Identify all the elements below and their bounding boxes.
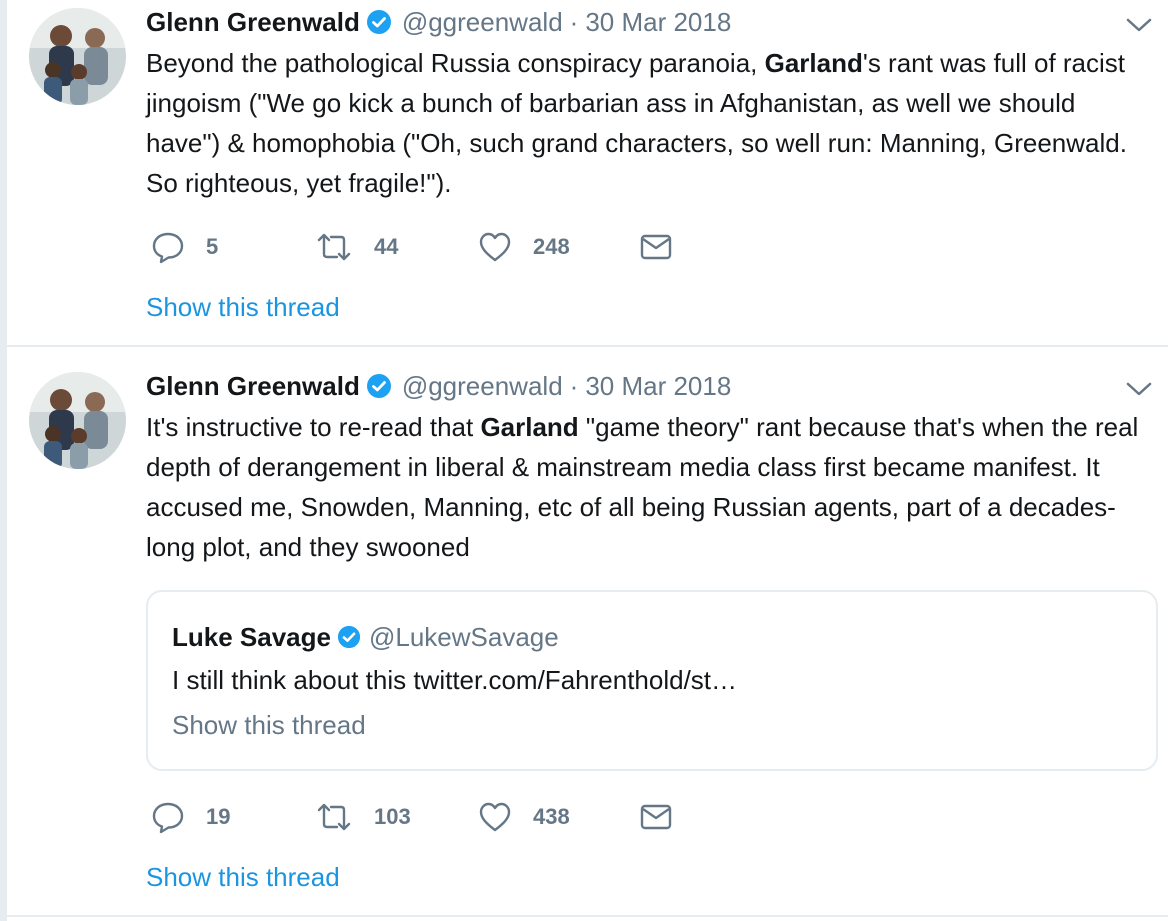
like-count: 438 xyxy=(533,804,570,829)
retweet-count: 103 xyxy=(374,804,411,829)
chevron-down-icon[interactable] xyxy=(1125,380,1153,398)
reply-icon xyxy=(150,799,186,835)
author-name[interactable]: Glenn Greenwald xyxy=(146,7,360,38)
reply-icon xyxy=(150,229,186,265)
like-button[interactable]: 438 xyxy=(477,799,570,835)
retweet-icon xyxy=(314,229,354,265)
reply-button[interactable]: 5 xyxy=(150,229,218,265)
tweet[interactable]: Glenn Greenwald @ggreenwald · 30 Mar 201… xyxy=(7,349,1168,917)
quoted-author-name: Luke Savage xyxy=(172,621,331,652)
avatar[interactable] xyxy=(29,372,126,469)
tweet-header: Glenn Greenwald @ggreenwald · 30 Mar 201… xyxy=(146,5,731,39)
tweet-header: Glenn Greenwald @ggreenwald · 30 Mar 201… xyxy=(146,369,731,403)
quoted-author-handle: @LukewSavage xyxy=(368,621,559,652)
reply-count: 19 xyxy=(206,804,231,829)
chevron-down-icon[interactable] xyxy=(1125,16,1153,34)
tweet-actions: 19 103 438 xyxy=(150,799,690,835)
show-thread-link[interactable]: Show this thread xyxy=(146,862,340,893)
reply-count: 5 xyxy=(206,234,219,259)
tweet-actions: 5 44 248 xyxy=(150,229,690,265)
separator: · xyxy=(569,6,579,37)
retweet-button[interactable]: 103 xyxy=(314,799,411,835)
timeline-left-border xyxy=(0,0,7,921)
heart-icon xyxy=(477,229,513,265)
direct-message-button[interactable] xyxy=(638,229,674,265)
avatar[interactable] xyxy=(29,8,126,105)
envelope-icon xyxy=(638,229,674,265)
retweet-count: 44 xyxy=(374,234,399,259)
quoted-tweet-text: I still think about this twitter.com/Fah… xyxy=(172,665,738,695)
like-count: 248 xyxy=(533,234,570,259)
verified-badge-icon xyxy=(366,373,392,399)
author-handle[interactable]: @ggreenwald xyxy=(402,7,563,38)
verified-badge-icon xyxy=(337,625,361,649)
author-handle[interactable]: @ggreenwald xyxy=(402,371,563,402)
verified-badge-icon xyxy=(366,9,392,35)
quoted-show-thread: Show this thread xyxy=(172,710,366,740)
tweet-date[interactable]: 30 Mar 2018 xyxy=(585,371,731,402)
retweet-icon xyxy=(314,799,354,835)
quoted-tweet-header: Luke Savage @LukewSavage xyxy=(172,620,559,654)
tweet-text: Beyond the pathological Russia conspirac… xyxy=(146,48,1127,198)
quoted-tweet[interactable]: Luke Savage @LukewSavage I still think a… xyxy=(146,590,1158,771)
tweet-date[interactable]: 30 Mar 2018 xyxy=(585,7,731,38)
show-thread-link[interactable]: Show this thread xyxy=(146,292,340,323)
like-button[interactable]: 248 xyxy=(477,229,570,265)
tweet-text: It's instructive to re-read that Garland… xyxy=(146,412,1139,562)
reply-button[interactable]: 19 xyxy=(150,799,230,835)
direct-message-button[interactable] xyxy=(638,799,674,835)
envelope-icon xyxy=(638,799,674,835)
heart-icon xyxy=(477,799,513,835)
author-name[interactable]: Glenn Greenwald xyxy=(146,371,360,402)
separator: · xyxy=(569,370,579,401)
retweet-button[interactable]: 44 xyxy=(314,229,398,265)
tweet[interactable]: Glenn Greenwald @ggreenwald · 30 Mar 201… xyxy=(7,0,1168,347)
